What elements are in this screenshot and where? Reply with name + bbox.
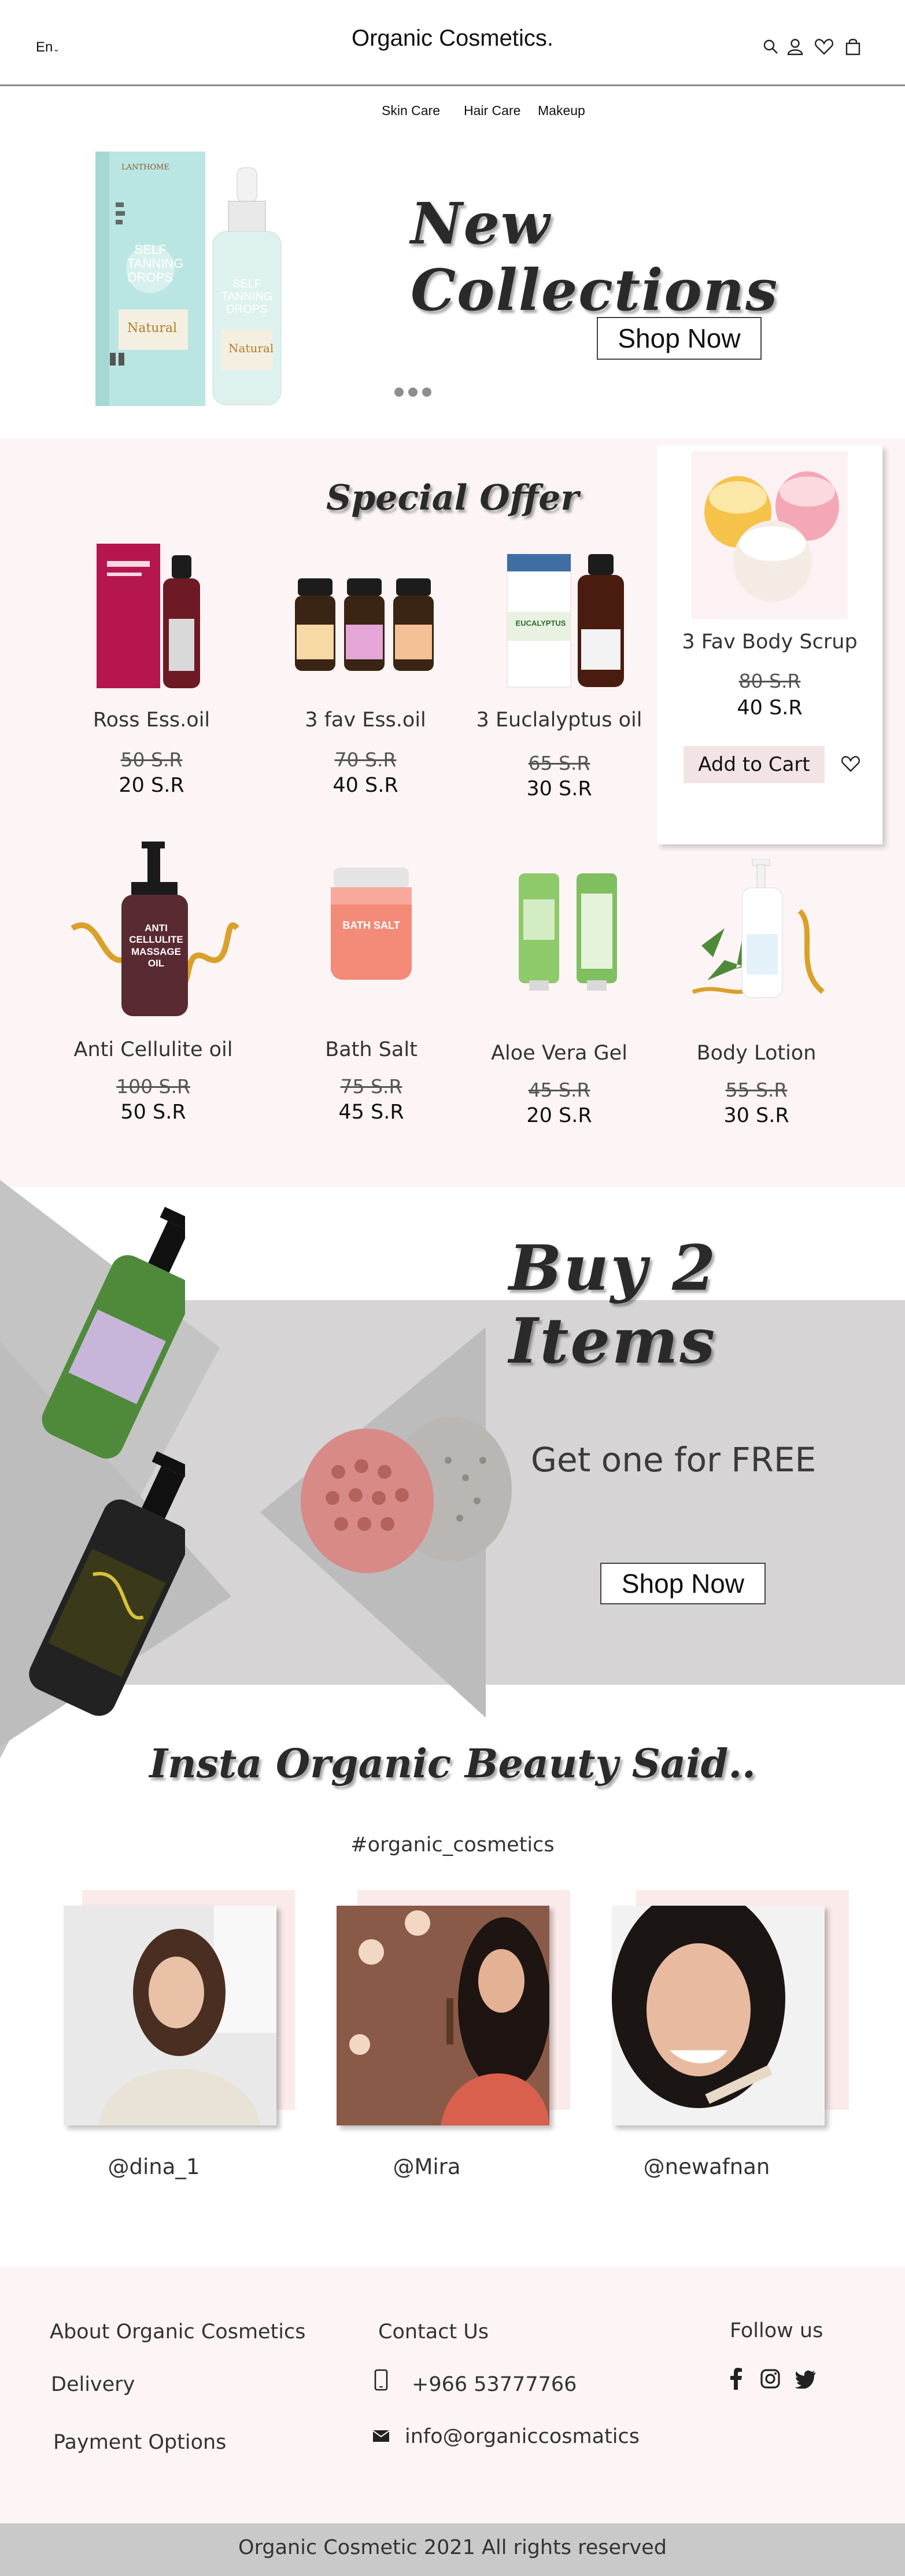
insta-handle[interactable]: @dina_1	[47, 2154, 260, 2179]
promo-sponges-image	[301, 1417, 512, 1573]
insta-title: Insta Organic Beauty Said..	[149, 1741, 756, 1787]
product-image	[519, 873, 617, 991]
carousel-dot[interactable]	[394, 387, 404, 397]
hashtag: #organic_cosmetics	[350, 1833, 555, 1857]
search-icon[interactable]	[761, 37, 781, 57]
hero-box-badge: Natural	[127, 321, 178, 335]
product-label-text: EUCALYPTUS	[515, 619, 566, 628]
nav-hair-care[interactable]: Hair Care	[464, 103, 520, 119]
footer-email[interactable]: info@organiccosmatics	[405, 2425, 640, 2448]
footer-phone[interactable]: +966 53777766	[412, 2373, 577, 2396]
product-card[interactable]: Ross Ess.oil 50 S.R 20 S.R	[56, 532, 247, 804]
facebook-icon[interactable]	[730, 2368, 743, 2390]
product-card[interactable]: Body Lotion 55 S.R 30 S.R	[661, 842, 852, 1136]
product-name: Anti Cellulite oil	[73, 1038, 233, 1061]
hero-box-label: SELF TANNING DROPS	[127, 242, 184, 285]
product-name: Bath Salt	[325, 1038, 418, 1061]
instagram-icon[interactable]	[760, 2368, 781, 2389]
insta-handle[interactable]: @Mira	[320, 2154, 533, 2179]
featured-product-old-price: 80 S.R	[738, 670, 801, 692]
product-old-price: 45 S.R	[528, 1079, 590, 1101]
insta-photo[interactable]	[337, 1906, 549, 2125]
promo-bottles-image	[29, 1206, 185, 1716]
hero-shop-now-button[interactable]: Shop Now	[597, 317, 762, 360]
carousel-dot[interactable]	[422, 387, 431, 397]
nav-makeup[interactable]: Makeup	[538, 103, 585, 119]
wishlist-heart-icon[interactable]	[841, 754, 860, 774]
add-to-cart-button[interactable]: Add to Cart	[684, 746, 825, 783]
carousel-dot[interactable]	[408, 387, 418, 397]
footer-contact-heading: Contact Us	[378, 2320, 489, 2344]
promo-shop-now-button[interactable]: Shop Now	[600, 1563, 766, 1604]
shopping-bag-icon[interactable]	[843, 37, 863, 57]
product-name: Ross Ess.oil	[93, 708, 210, 732]
product-name: Body Lotion	[696, 1042, 817, 1065]
promo-title: Buy 2 Items	[509, 1232, 718, 1378]
hero-product-image: LANTHOME SELF TANNING DROPS Natural SELF…	[87, 145, 306, 416]
footer-about-link[interactable]: About Organic Cosmetics	[50, 2320, 306, 2344]
product-card[interactable]: 3 fav Ess.oil 70 S.R 40 S.R	[270, 532, 461, 804]
hero-title: New Collections	[411, 191, 779, 324]
footer-delivery-link[interactable]: Delivery	[51, 2373, 135, 2396]
product-image	[692, 859, 825, 998]
nav-skin-care[interactable]: Skin Care	[382, 103, 440, 119]
product-label-text: ANTI CELLULITE MASSAGE OIL	[129, 922, 183, 969]
product-card[interactable]: EUCALYPTUS 3 Euclalyptus oil 65 S.R 30 S…	[464, 532, 655, 804]
product-card[interactable]: Aloe Vera Gel 45 S.R 20 S.R	[464, 842, 655, 1136]
product-old-price: 55 S.R	[725, 1079, 788, 1101]
hero-bottle-label: SELF TANNING DROPS	[221, 278, 273, 316]
product-name: 3 fav Ess.oil	[305, 708, 426, 732]
copyright-text: Organic Cosmetic 2021 All rights reserve…	[238, 2536, 667, 2559]
product-name: Aloe Vera Gel	[491, 1042, 627, 1065]
product-old-price: 50 S.R	[120, 748, 183, 771]
insta-photo[interactable]	[612, 1906, 825, 2125]
header-divider	[0, 84, 905, 86]
heart-icon[interactable]	[814, 37, 834, 57]
twitter-icon[interactable]	[795, 2370, 817, 2389]
product-image	[97, 544, 200, 688]
product-new-price: 50 S.R	[120, 1101, 186, 1124]
product-image	[507, 553, 624, 688]
product-card[interactable]: BATH SALT Bath Salt 75 S.R 45 S.R	[276, 842, 467, 1136]
product-new-price: 30 S.R	[526, 777, 592, 800]
phone-icon	[374, 2369, 388, 2391]
footer-payment-link[interactable]: Payment Options	[53, 2431, 226, 2454]
product-new-price: 20 S.R	[119, 774, 184, 797]
product-old-price: 75 S.R	[340, 1075, 402, 1098]
product-card[interactable]: ANTI CELLULITE MASSAGE OIL Anti Cellulit…	[58, 842, 249, 1136]
insta-photo[interactable]	[64, 1906, 276, 2125]
footer-follow-heading: Follow us	[730, 2319, 823, 2342]
product-image	[295, 578, 434, 671]
user-icon[interactable]	[785, 37, 805, 57]
product-name: 3 Euclalyptus oil	[476, 708, 642, 732]
email-icon	[372, 2430, 390, 2442]
product-new-price: 20 S.R	[526, 1104, 592, 1127]
product-new-price: 30 S.R	[723, 1104, 789, 1127]
product-old-price: 100 S.R	[116, 1075, 190, 1098]
featured-product-card[interactable]: 3 Fav Body Scrup 80 S.R 40 S.R Add to Ca…	[657, 445, 882, 844]
product-new-price: 45 S.R	[338, 1101, 404, 1124]
featured-product-name: 3 Fav Body Scrup	[682, 630, 858, 654]
product-label-text: BATH SALT	[342, 920, 400, 931]
insta-handle[interactable]: @newafnan	[600, 2154, 813, 2179]
product-old-price: 65 S.R	[528, 752, 590, 774]
product-old-price: 70 S.R	[334, 748, 397, 771]
promo-subtitle: Get one for FREE	[531, 1440, 817, 1479]
featured-product-image	[692, 451, 848, 619]
hero-box-brand: LANTHOME	[121, 163, 169, 172]
hero-bottle-badge: Natural	[228, 341, 274, 355]
product-new-price: 40 S.R	[333, 774, 398, 797]
featured-product-new-price: 40 S.R	[737, 696, 803, 719]
